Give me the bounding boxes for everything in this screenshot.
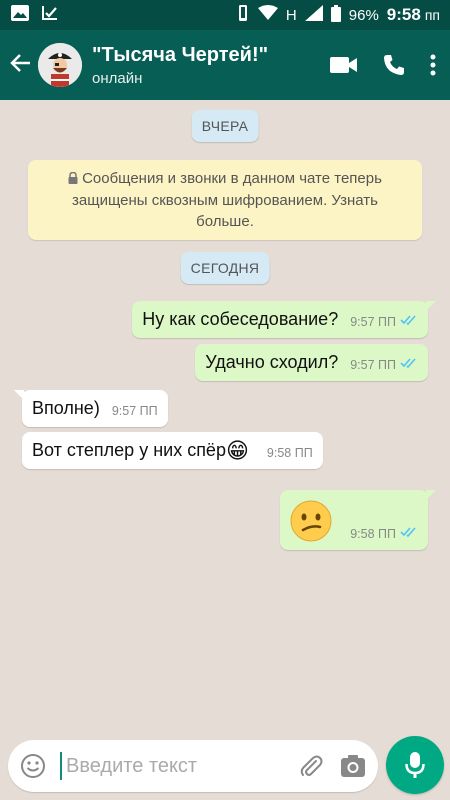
message-time: 9:58 ПП [266,446,313,460]
lock-icon [68,169,78,190]
read-receipt-icon [400,526,418,541]
voice-record-button[interactable] [386,736,444,794]
battery-percent: 96% [348,6,379,24]
pirate-avatar-icon [38,43,82,87]
voice-call-button[interactable] [382,53,406,77]
chat-area[interactable]: ВЧЕРА Сообщения и звонки в данном чате т… [0,100,450,736]
camera-icon [341,755,365,777]
message-bubble-outgoing[interactable]: 9:58 ПП [280,490,436,550]
clock-time: 9:58 [386,5,421,24]
compose-bar: Введите текст [0,736,450,800]
message-time: 9:57 ПП [350,357,396,372]
avatar[interactable] [38,43,82,87]
battery-icon [330,4,341,26]
contact-name: "Тысяча Чертей!" [92,43,269,66]
date-divider-yesterday: ВЧЕРА [191,110,259,142]
clock-ampm: пп [424,7,440,23]
network-type: H [285,6,297,24]
attach-button[interactable] [298,753,324,779]
emoji-button[interactable] [20,753,46,779]
contact-status: онлайн [92,69,143,87]
signal-icon [304,5,323,25]
paperclip-icon [300,755,323,776]
back-arrow-icon [10,52,32,79]
message-time: 9:57 ПП [111,404,158,418]
message-input-container[interactable]: Введите текст [8,740,378,792]
message-time: 9:58 ПП [350,526,396,541]
check-notification-icon [40,4,60,27]
camera-button[interactable] [340,754,366,778]
emoji-icon [21,754,45,778]
microphone-icon [405,752,425,778]
message-bubble-incoming[interactable]: Вот степлер у них спёр 😁 9:58 ПП [22,432,323,469]
video-call-icon [330,57,357,73]
message-bubble-outgoing[interactable]: Ну как собеседование? 9:57 ПП [132,301,436,338]
date-divider-today: СЕГОДНЯ [180,252,270,284]
video-call-button[interactable] [330,55,358,75]
message-time: 9:57 ПП [350,314,396,329]
contact-info[interactable]: "Тысяча Чертей!" онлайн [92,44,330,87]
chat-header: "Тысяча Чертей!" онлайн [0,30,450,100]
status-bar: H 96% 9:58 пп [0,0,450,30]
message-input[interactable]: Введите текст [66,755,282,778]
message-text: Вот степлер у них спёр [32,440,226,460]
gallery-notification-icon [10,4,30,27]
encryption-text: Сообщения и звонки в данном чате теперь … [72,170,382,230]
vibrate-icon [236,4,250,26]
message-bubble-incoming[interactable]: Вполне) 9:57 ПП [14,390,168,427]
message-text: Ну как собеседование? [142,309,339,329]
text-cursor [60,752,62,780]
encryption-notice[interactable]: Сообщения и звонки в данном чате теперь … [28,160,422,240]
phone-icon [384,55,404,75]
message-text: Удачно сходил? [205,352,339,372]
back-button[interactable] [4,30,38,100]
more-icon [430,54,436,76]
grinning-emoji: 😁 [225,438,249,463]
message-text: Вполне) [32,398,100,418]
confused-emoji [290,500,332,542]
read-receipt-icon [400,314,418,329]
read-receipt-icon [400,357,418,372]
more-options-button[interactable] [430,54,436,76]
message-bubble-outgoing[interactable]: Удачно сходил? 9:57 ПП [195,344,428,381]
wifi-icon [257,5,278,25]
